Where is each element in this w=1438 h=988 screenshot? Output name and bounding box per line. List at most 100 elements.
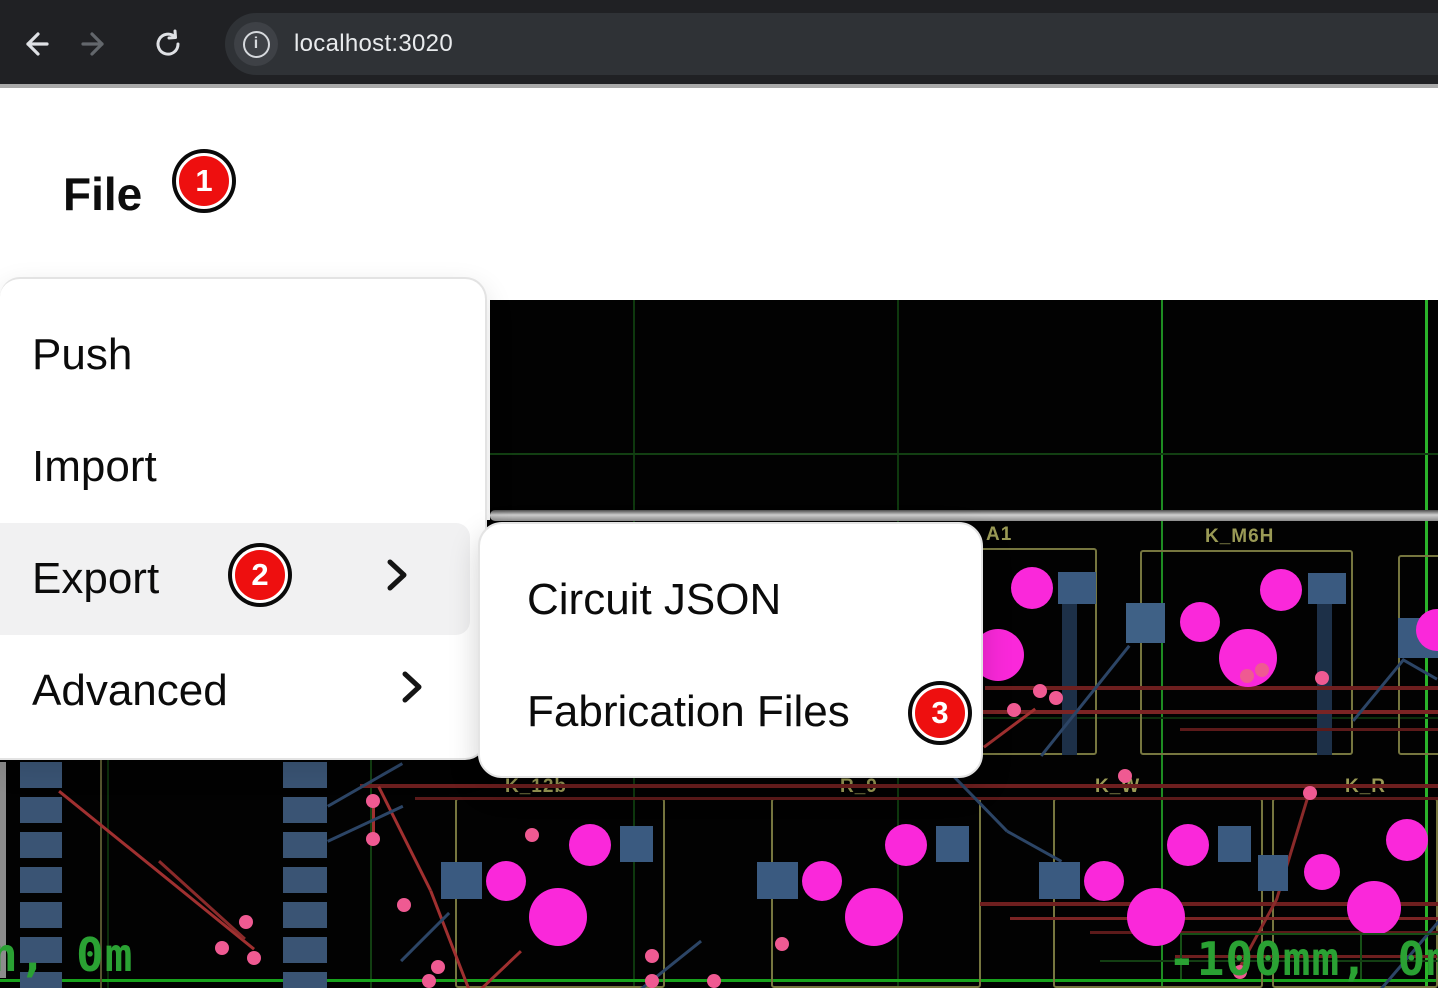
reload-button[interactable] [146,22,190,66]
reload-icon [152,28,184,60]
hole-pad [486,861,526,901]
pcb-via [1118,769,1132,783]
smd-pad [620,826,653,862]
coordinate-readout: n, 0m [0,928,133,982]
pcb-via [1255,663,1269,677]
hole-pad [1180,602,1220,642]
annotation-badge-1: 1 [176,153,232,209]
annotation-badge-2: 2 [232,547,288,603]
menu-item-label: Advanced [32,666,228,716]
hole-pad [1011,567,1053,609]
ic-pad [20,902,62,928]
trace [158,860,246,940]
url-bar[interactable]: i localhost:3020 [225,13,1438,75]
pcb-via [1240,669,1254,683]
trace [58,790,255,950]
pcb-via [525,828,539,842]
chevron-right-icon [382,554,412,604]
pcb-via [1315,671,1329,685]
trace [360,784,1438,788]
submenu-item-circuit-json[interactable]: Circuit JSON [480,544,981,656]
ic-pad [20,797,62,823]
annotation-badge-3: 3 [912,685,968,741]
trace [400,912,450,962]
ic-pad [283,832,327,858]
pcb-via [1033,684,1047,698]
submenu-item-fabrication-files[interactable]: Fabrication Files [480,656,981,768]
hole-pad [529,888,587,946]
hole-pad [885,824,927,866]
browser-toolbar: i localhost:3020 [0,0,1438,88]
ic-pad [283,867,327,893]
forward-arrow-icon [79,27,113,61]
ic-pad [20,832,62,858]
pcb-via [366,794,380,808]
ic-pad [283,762,327,788]
smd-pad [441,862,482,899]
pcb-via [397,898,411,912]
hole-pad [802,861,842,901]
submenu-item-label: Circuit JSON [527,575,781,625]
trace [1180,728,1438,731]
hole-pad [1347,881,1401,935]
menu-item-import[interactable]: Import [0,411,485,523]
info-icon: i [243,31,270,58]
pcb-via [645,949,659,963]
pcb-via [1049,691,1063,705]
trace [983,710,1438,714]
pcb-via [366,832,380,846]
smd-pad [1039,862,1080,899]
back-button[interactable] [12,22,56,66]
ic-pad [283,972,327,988]
hole-pad [569,824,611,866]
canvas-separator [490,510,1438,521]
smd-pad [1258,855,1288,891]
hole-pad [1084,861,1124,901]
pcb-via [431,960,445,974]
pcb-via [707,974,721,988]
hole-pad [845,888,903,946]
pcb-via [645,974,659,988]
pcb-via [215,941,229,955]
hole-pad [1260,569,1302,611]
hole-pad [1386,819,1428,861]
pcb-via [1303,786,1317,800]
back-arrow-icon [17,27,51,61]
site-info-button[interactable]: i [234,22,278,66]
trace [415,797,1438,800]
file-menu: Push Import Export Advanced [0,277,487,760]
chevron-right-icon [397,666,427,716]
footprint-label: K_M6H [1205,526,1274,548]
pcb-via [239,915,253,929]
menu-item-label: Import [32,442,157,492]
coordinate-readout: -100mm, 0m [1168,932,1438,986]
trace [1062,604,1077,755]
forward-button[interactable] [74,22,118,66]
smd-pad [936,826,969,862]
smd-pad [1126,603,1165,643]
hole-pad [1167,824,1209,866]
pcb-via [1007,703,1021,717]
menu-item-label: Push [32,330,132,380]
export-submenu: Circuit JSON Fabrication Files [478,522,983,778]
smd-pad [1218,826,1251,862]
hole-pad [1304,854,1340,890]
smd-pad [1058,572,1096,604]
submenu-item-label: Fabrication Files [527,687,850,737]
ic-pad [283,902,327,928]
trace [985,686,1438,690]
file-menu-button[interactable]: File [63,167,142,221]
menu-item-push[interactable]: Push [0,299,485,411]
badge-number: 3 [931,695,948,731]
badge-number: 1 [195,163,212,199]
menu-item-label: Export [32,554,159,604]
menu-item-advanced[interactable]: Advanced [0,635,485,747]
smd-pad [1308,573,1346,604]
pcb-via [247,951,261,965]
ic-pad [283,797,327,823]
pcb-via [422,974,436,988]
url-text: localhost:3020 [294,30,453,58]
ic-pad [20,867,62,893]
ic-pad [283,937,327,963]
footprint-label: A1 [986,524,1012,546]
